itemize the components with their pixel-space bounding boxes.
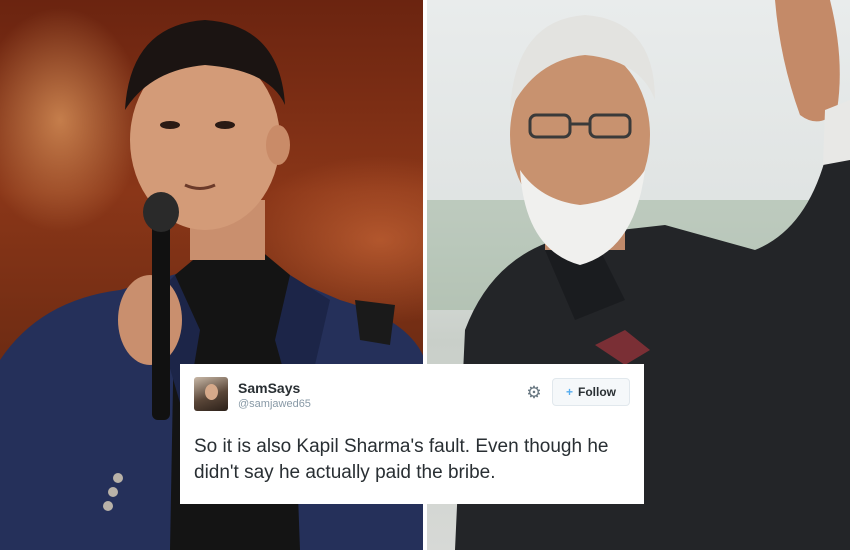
follow-label: Follow [578,385,616,399]
tweet-card: SamSays @samjawed65 ⚙ +︎ Follow So it is… [180,364,644,504]
gear-icon[interactable]: ⚙ [525,384,543,402]
user-handle[interactable]: @samjawed65 [238,398,311,410]
avatar[interactable] [194,377,228,411]
avatar-face [205,384,218,400]
tweet-text: So it is also Kapil Sharma's fault. Even… [194,436,609,483]
image-canvas: SamSays @samjawed65 ⚙ +︎ Follow So it is… [0,0,850,550]
display-name[interactable]: SamSays [238,380,300,396]
add-user-icon: +︎ [565,385,573,399]
follow-button[interactable]: +︎ Follow [552,378,630,406]
